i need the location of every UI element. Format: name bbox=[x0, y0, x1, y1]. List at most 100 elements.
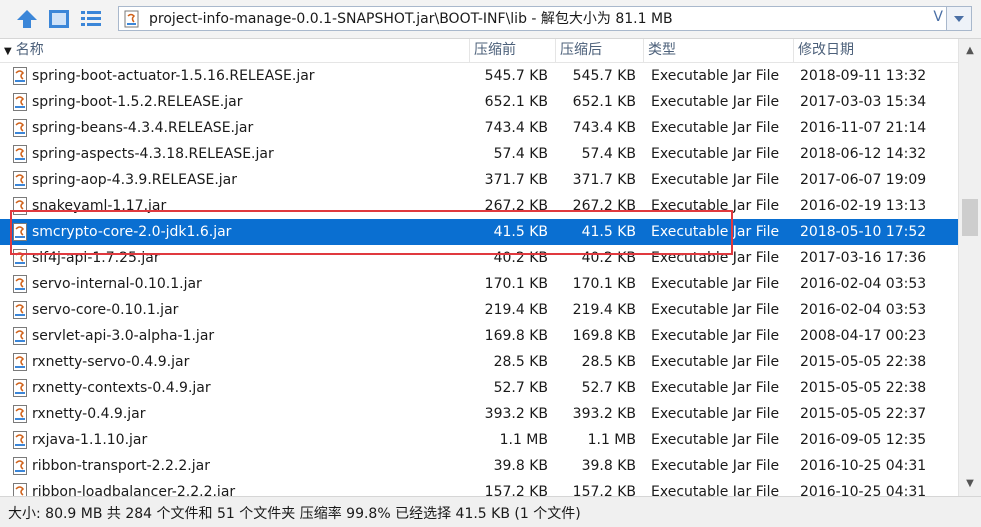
jar-file-icon bbox=[123, 10, 141, 28]
file-row[interactable]: ribbon-loadbalancer-2.2.2.jar 157.2 KB 157… bbox=[0, 479, 958, 496]
file-modified-date: 2016-10-25 04:31 bbox=[800, 484, 927, 496]
scroll-up-icon[interactable]: ▲ bbox=[964, 45, 976, 57]
file-row[interactable]: smcrypto-core-2.0-jdk1.6.jar 41.5 KB 41.5 … bbox=[0, 219, 958, 245]
file-name: spring-aspects-4.3.18.RELEASE.jar bbox=[32, 146, 274, 162]
file-compressed-size: 743.4 KB bbox=[484, 120, 548, 136]
file-row[interactable]: rxjava-1.1.10.jar 1.1 MB 1.1 MB Executable … bbox=[0, 427, 958, 453]
file-row[interactable]: rxnetty-contexts-0.4.9.jar 52.7 KB 52.7 KB… bbox=[0, 375, 958, 401]
jar-file-icon bbox=[12, 275, 28, 293]
scroll-down-icon[interactable]: ▼ bbox=[964, 478, 976, 490]
file-name: ribbon-transport-2.2.2.jar bbox=[32, 458, 210, 474]
file-type: Executable Jar File bbox=[651, 328, 780, 344]
file-row[interactable]: snakeyaml-1.17.jar 267.2 KB 267.2 KB Execut… bbox=[0, 193, 958, 219]
file-original-size: 652.1 KB bbox=[572, 94, 636, 110]
file-name: rxjava-1.1.10.jar bbox=[32, 432, 148, 448]
file-modified-date: 2015-05-05 22:38 bbox=[800, 380, 927, 396]
address-bar[interactable]: project-info-manage-0.0.1-SNAPSHOT.jar\B… bbox=[118, 6, 972, 31]
file-original-size: 40.2 KB bbox=[581, 250, 636, 266]
file-compressed-size: 267.2 KB bbox=[484, 198, 548, 214]
jar-file-icon bbox=[12, 93, 28, 111]
file-original-size: 170.1 KB bbox=[572, 276, 636, 292]
file-modified-date: 2017-06-07 19:09 bbox=[800, 172, 927, 188]
file-modified-date: 2016-11-07 21:14 bbox=[800, 120, 927, 136]
jar-file-icon bbox=[12, 301, 28, 319]
file-row[interactable]: servo-core-0.10.1.jar 219.4 KB 219.4 KB Exe… bbox=[0, 297, 958, 323]
jar-file-icon bbox=[12, 197, 28, 215]
file-compressed-size: 1.1 MB bbox=[499, 432, 548, 448]
column-original[interactable]: 压缩后 bbox=[556, 39, 644, 62]
file-original-size: 545.7 KB bbox=[572, 68, 636, 84]
jar-file-icon bbox=[12, 327, 28, 345]
file-original-size: 219.4 KB bbox=[572, 302, 636, 318]
file-type: Executable Jar File bbox=[651, 302, 780, 318]
file-row[interactable]: spring-boot-1.5.2.RELEASE.jar 652.1 KB 652… bbox=[0, 89, 958, 115]
file-original-size: 169.8 KB bbox=[572, 328, 636, 344]
file-compressed-size: 39.8 KB bbox=[493, 458, 548, 474]
file-compressed-size: 41.5 KB bbox=[493, 224, 548, 240]
grid-view-icon[interactable] bbox=[46, 7, 72, 31]
file-name: rxnetty-0.4.9.jar bbox=[32, 406, 146, 422]
file-compressed-size: 219.4 KB bbox=[484, 302, 548, 318]
column-modified[interactable]: 修改日期 bbox=[794, 39, 958, 62]
file-compressed-size: 52.7 KB bbox=[493, 380, 548, 396]
file-row[interactable]: servlet-api-3.0-alpha-1.jar 169.8 KB 169.8… bbox=[0, 323, 958, 349]
up-arrow-icon[interactable] bbox=[14, 7, 40, 31]
vertical-scrollbar[interactable]: ▲ ▼ bbox=[958, 39, 981, 496]
file-original-size: 52.7 KB bbox=[581, 380, 636, 396]
file-name: servo-internal-0.10.1.jar bbox=[32, 276, 202, 292]
file-row[interactable]: ribbon-transport-2.2.2.jar 39.8 KB 39.8 KB… bbox=[0, 453, 958, 479]
file-name: rxnetty-contexts-0.4.9.jar bbox=[32, 380, 211, 396]
file-modified-date: 2017-03-03 15:34 bbox=[800, 94, 927, 110]
file-row[interactable]: servo-internal-0.10.1.jar 170.1 KB 170.1 K… bbox=[0, 271, 958, 297]
file-modified-date: 2018-09-11 13:32 bbox=[800, 68, 927, 84]
toolbar: project-info-manage-0.0.1-SNAPSHOT.jar\B… bbox=[0, 0, 981, 39]
file-modified-date: 2017-03-16 17:36 bbox=[800, 250, 927, 266]
file-name: spring-boot-1.5.2.RELEASE.jar bbox=[32, 94, 243, 110]
jar-file-icon bbox=[12, 457, 28, 475]
file-type: Executable Jar File bbox=[651, 354, 780, 370]
file-row[interactable]: slf4j-api-1.7.25.jar 40.2 KB 40.2 KB Execut… bbox=[0, 245, 958, 271]
file-modified-date: 2016-02-19 13:13 bbox=[800, 198, 927, 214]
jar-file-icon bbox=[12, 405, 28, 423]
file-list: spring-boot-actuator-1.5.16.RELEASE.jar 5… bbox=[0, 63, 958, 496]
list-view-icon[interactable] bbox=[78, 7, 104, 31]
file-compressed-size: 57.4 KB bbox=[493, 146, 548, 162]
jar-file-icon bbox=[12, 379, 28, 397]
file-type: Executable Jar File bbox=[651, 120, 780, 136]
file-type: Executable Jar File bbox=[651, 250, 780, 266]
file-original-size: 743.4 KB bbox=[572, 120, 636, 136]
file-row[interactable]: spring-beans-4.3.4.RELEASE.jar 743.4 KB 74… bbox=[0, 115, 958, 141]
file-original-size: 57.4 KB bbox=[581, 146, 636, 162]
path-dropdown-button[interactable] bbox=[946, 7, 971, 30]
file-name: spring-aop-4.3.9.RELEASE.jar bbox=[32, 172, 237, 188]
file-original-size: 267.2 KB bbox=[572, 198, 636, 214]
file-compressed-size: 40.2 KB bbox=[493, 250, 548, 266]
file-type: Executable Jar File bbox=[651, 432, 780, 448]
column-header: ▼ 名称 压缩前 压缩后 类型 修改日期 bbox=[0, 39, 958, 63]
path-history-toggle[interactable]: V bbox=[933, 9, 943, 25]
file-modified-date: 2015-05-05 22:38 bbox=[800, 354, 927, 370]
file-original-size: 371.7 KB bbox=[572, 172, 636, 188]
file-name: rxnetty-servo-0.4.9.jar bbox=[32, 354, 190, 370]
file-row[interactable]: spring-aop-4.3.9.RELEASE.jar 371.7 KB 371.… bbox=[0, 167, 958, 193]
file-type: Executable Jar File bbox=[651, 224, 780, 240]
file-compressed-size: 169.8 KB bbox=[484, 328, 548, 344]
scrollbar-thumb[interactable] bbox=[962, 199, 978, 236]
file-type: Executable Jar File bbox=[651, 406, 780, 422]
file-compressed-size: 393.2 KB bbox=[484, 406, 548, 422]
file-original-size: 39.8 KB bbox=[581, 458, 636, 474]
file-row[interactable]: spring-boot-actuator-1.5.16.RELEASE.jar 5… bbox=[0, 63, 958, 89]
column-compressed[interactable]: 压缩前 bbox=[470, 39, 556, 62]
column-type[interactable]: 类型 bbox=[644, 39, 794, 62]
file-modified-date: 2008-04-17 00:23 bbox=[800, 328, 927, 344]
file-original-size: 157.2 KB bbox=[572, 484, 636, 496]
jar-file-icon bbox=[12, 223, 28, 241]
file-name: spring-beans-4.3.4.RELEASE.jar bbox=[32, 120, 254, 136]
chevron-down-icon bbox=[954, 16, 964, 22]
status-text: 大小: 80.9 MB 共 284 个文件和 51 个文件夹 压缩率 99.8%… bbox=[8, 506, 581, 522]
file-row[interactable]: spring-aspects-4.3.18.RELEASE.jar 57.4 KB… bbox=[0, 141, 958, 167]
column-name[interactable]: ▼ 名称 bbox=[0, 39, 470, 62]
file-row[interactable]: rxnetty-servo-0.4.9.jar 28.5 KB 28.5 KB Exe… bbox=[0, 349, 958, 375]
file-row[interactable]: rxnetty-0.4.9.jar 393.2 KB 393.2 KB Executa… bbox=[0, 401, 958, 427]
file-modified-date: 2018-05-10 17:52 bbox=[800, 224, 927, 240]
